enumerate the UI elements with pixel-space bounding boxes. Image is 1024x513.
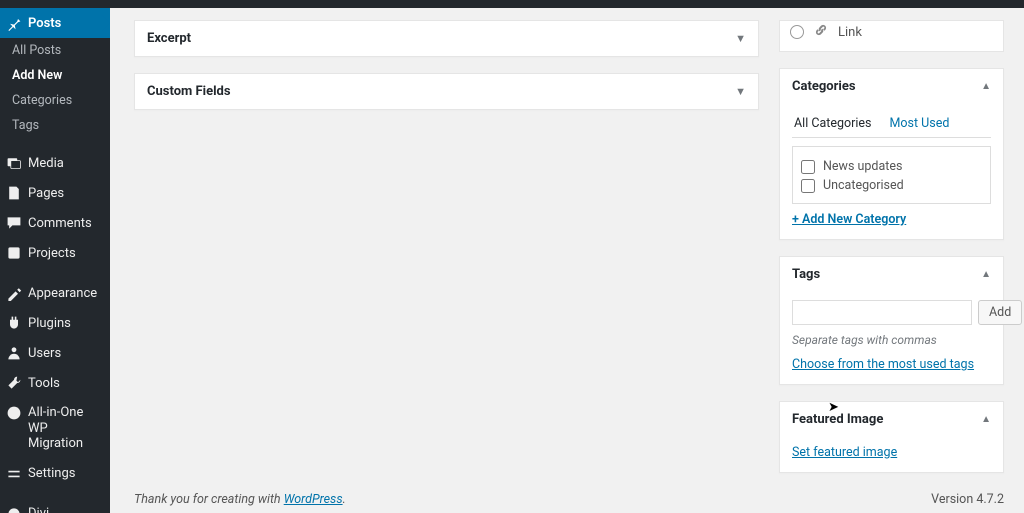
metabox-categories: Categories ▲ All Categories Most Used Ne… — [779, 68, 1004, 240]
sidebar-item-media[interactable]: Media — [0, 148, 110, 178]
metabox-featured-image-header[interactable]: Featured Image ▲ — [780, 402, 1003, 437]
tools-icon — [6, 375, 22, 391]
sidebar-label: Media — [28, 156, 64, 171]
sidebar-item-plugins[interactable]: Plugins — [0, 308, 110, 338]
admin-top-bar — [0, 0, 1024, 8]
metabox-title: Excerpt — [147, 31, 191, 46]
set-featured-image-link[interactable]: Set featured image — [792, 445, 897, 460]
footer-thanks: Thank you for creating with WordPress. — [134, 492, 346, 507]
category-item-news[interactable]: News updates — [801, 157, 982, 176]
users-icon — [6, 345, 22, 361]
footer-thanks-prefix: Thank you for creating with — [134, 492, 284, 507]
metabox-title: Tags — [792, 267, 820, 282]
sidebar-label: Divi — [28, 506, 49, 513]
chevron-up-icon: ▲ — [981, 414, 991, 425]
sidebar-sub-all-posts[interactable]: All Posts — [0, 38, 110, 63]
projects-icon — [6, 245, 22, 261]
sidebar-item-comments[interactable]: Comments — [0, 208, 110, 238]
tags-hint: Separate tags with commas — [792, 333, 991, 347]
category-tabs: All Categories Most Used — [792, 112, 991, 138]
sidebar-label: All-in-One WP Migration — [28, 405, 104, 452]
format-link-radio[interactable] — [790, 25, 804, 39]
tags-add-button[interactable]: Add — [978, 300, 1022, 325]
sidebar-sub-add-new[interactable]: Add New — [0, 63, 110, 88]
footer-version: Version 4.7.2 — [931, 492, 1004, 507]
metabox-title: Categories — [792, 79, 856, 94]
sidebar-item-projects[interactable]: Projects — [0, 238, 110, 268]
metabox-featured-image: Featured Image ▲ Set featured image — [779, 401, 1004, 473]
sidebar-item-settings[interactable]: Settings — [0, 459, 110, 489]
category-label: News updates — [823, 159, 902, 174]
settings-icon — [6, 466, 22, 482]
sidebar-item-users[interactable]: Users — [0, 338, 110, 368]
category-checkbox[interactable] — [801, 160, 815, 174]
sidebar-label: Settings — [28, 466, 75, 481]
metabox-tags: Tags ▲ Add Separate tags with commas Cho… — [779, 256, 1004, 385]
admin-footer: Thank you for creating with WordPress. V… — [110, 486, 1024, 513]
category-list: News updates Uncategorised — [792, 146, 991, 204]
sidebar-item-appearance[interactable]: Appearance — [0, 278, 110, 308]
sidebar-label: Users — [28, 346, 61, 361]
sidebar-item-tools[interactable]: Tools — [0, 368, 110, 398]
sidebar-label: Posts — [28, 16, 61, 31]
sidebar-item-divi[interactable]: Divi — [0, 499, 110, 513]
sidebar-label: Tools — [28, 376, 60, 391]
choose-most-used-tags-link[interactable]: Choose from the most used tags — [792, 357, 974, 372]
plugins-icon — [6, 315, 22, 331]
format-link-label: Link — [838, 25, 862, 40]
format-box-partial: Link — [779, 20, 1004, 52]
pushpin-icon — [6, 15, 22, 31]
tab-all-categories[interactable]: All Categories — [792, 112, 874, 137]
chevron-down-icon: ▼ — [735, 32, 746, 45]
add-new-category-link[interactable]: + Add New Category — [792, 212, 906, 227]
metabox-custom-fields: Custom Fields ▼ — [134, 73, 759, 110]
media-icon — [6, 155, 22, 171]
link-icon — [814, 23, 828, 41]
admin-sidebar: Posts All Posts Add New Categories Tags … — [0, 8, 110, 513]
sidebar-label: Plugins — [28, 316, 71, 331]
sidebar-item-posts[interactable]: Posts — [0, 8, 110, 38]
footer-thanks-suffix: . — [343, 492, 346, 507]
metabox-custom-fields-header[interactable]: Custom Fields ▼ — [135, 74, 758, 109]
metabox-excerpt: Excerpt ▼ — [134, 20, 759, 57]
category-checkbox[interactable] — [801, 179, 815, 193]
migration-icon — [6, 405, 22, 421]
tags-input[interactable] — [792, 300, 972, 325]
category-item-uncat[interactable]: Uncategorised — [801, 176, 982, 195]
main-content: Excerpt ▼ Custom Fields ▼ Lin — [110, 8, 1024, 513]
sidebar-sub-categories[interactable]: Categories — [0, 88, 110, 113]
metabox-tags-header[interactable]: Tags ▲ — [780, 257, 1003, 292]
pages-icon — [6, 185, 22, 201]
metabox-title: Custom Fields — [147, 84, 231, 99]
left-column: Excerpt ▼ Custom Fields ▼ — [134, 20, 759, 489]
sidebar-sub-tags[interactable]: Tags — [0, 113, 110, 138]
chevron-up-icon: ▲ — [981, 269, 991, 280]
right-column: Link Categories ▲ All Categories Most Us… — [779, 20, 1004, 489]
sidebar-label: Pages — [28, 186, 64, 201]
metabox-categories-header[interactable]: Categories ▲ — [780, 69, 1003, 104]
sidebar-label: Appearance — [28, 286, 97, 301]
metabox-title: Featured Image — [792, 412, 883, 427]
sidebar-item-aiowpm[interactable]: All-in-One WP Migration — [0, 398, 110, 459]
chevron-down-icon: ▼ — [735, 85, 746, 98]
comments-icon — [6, 215, 22, 231]
sidebar-label: Comments — [28, 216, 92, 231]
category-label: Uncategorised — [823, 178, 904, 193]
chevron-up-icon: ▲ — [981, 81, 991, 92]
appearance-icon — [6, 285, 22, 301]
footer-wordpress-link[interactable]: WordPress — [284, 492, 343, 507]
sidebar-item-pages[interactable]: Pages — [0, 178, 110, 208]
metabox-excerpt-header[interactable]: Excerpt ▼ — [135, 21, 758, 56]
sidebar-label: Projects — [28, 246, 76, 261]
divi-icon — [6, 506, 22, 513]
tab-most-used[interactable]: Most Used — [888, 112, 952, 137]
